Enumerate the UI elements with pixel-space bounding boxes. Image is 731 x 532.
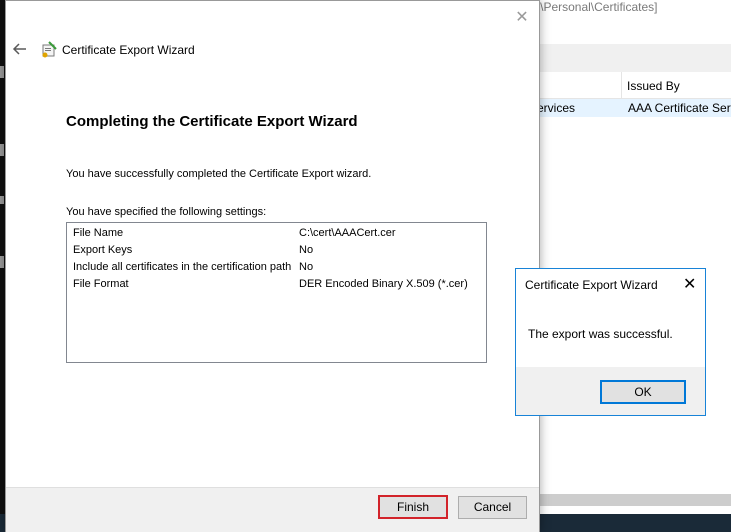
setting-value: C:\cert\AAACert.cer [299, 227, 396, 239]
cancel-button[interactable]: Cancel [458, 496, 527, 519]
setting-value: No [299, 244, 314, 256]
column-issued-by[interactable]: Issued By [621, 72, 680, 98]
page-title: Completing the Certificate Export Wizard [66, 113, 358, 130]
finish-button[interactable]: Finish [378, 495, 448, 519]
dialog-title: Certificate Export Wizard [525, 278, 658, 292]
settings-label: You have specified the following setting… [66, 206, 267, 218]
dialog-message: The export was successful. [528, 327, 673, 341]
list-item: File Name C:\cert\AAACert.cer [67, 225, 486, 242]
setting-key: Include all certificates in the certific… [73, 261, 292, 273]
certificate-row[interactable]: ervices AAA Certificate Serv [537, 99, 731, 117]
wizard-title: Certificate Export Wizard [62, 43, 195, 57]
list-item: Include all certificates in the certific… [67, 259, 486, 276]
back-arrow-icon[interactable] [12, 41, 28, 57]
column-issued-by-label: Issued By [627, 79, 680, 93]
setting-key: File Name [73, 227, 124, 239]
certificate-wizard-icon [42, 41, 57, 58]
row-issued-by: AAA Certificate Serv [628, 101, 731, 115]
setting-key: Export Keys [73, 244, 133, 256]
list-header: Issued By [537, 72, 731, 99]
close-icon[interactable]: ✕ [514, 10, 530, 26]
horizontal-scrollbar[interactable] [537, 494, 731, 506]
row-issued-to: ervices [537, 101, 576, 115]
close-icon[interactable]: ✕ [683, 277, 696, 293]
export-success-dialog: Certificate Export Wizard ✕ The export w… [515, 268, 706, 416]
success-text: You have successfully completed the Cert… [66, 168, 372, 180]
ok-button[interactable]: OK [600, 380, 686, 404]
list-item: File Format DER Encoded Binary X.509 (*.… [67, 276, 486, 293]
setting-key: File Format [73, 278, 129, 290]
setting-value: DER Encoded Binary X.509 (*.cer) [299, 278, 468, 290]
setting-value: No [299, 261, 314, 273]
list-item: Export Keys No [67, 242, 486, 259]
settings-list[interactable]: File Name C:\cert\AAACert.cer Export Key… [66, 222, 487, 363]
certificate-export-wizard: ✕ Certificate Export Wizard Completing t… [5, 0, 540, 532]
